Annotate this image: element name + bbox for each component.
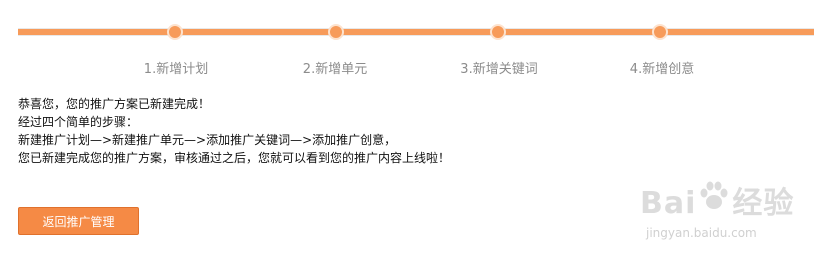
step-2-label: 2.新增单元 — [302, 62, 368, 77]
message-line-3: 新建推广计划—>新建推广单元—>添加推广关键词—>添加推广创意， — [18, 133, 397, 147]
message-line-4: 您已新建完成您的推广方案，审核通过之后，您就可以看到您的推广内容上线啦！ — [18, 151, 451, 165]
watermark-url: jingyan.baidu.com — [646, 226, 757, 240]
step-2-dot — [328, 24, 344, 40]
back-to-management-button[interactable]: 返回推广管理 — [18, 207, 139, 235]
progress-track — [18, 28, 814, 36]
step-3-label: 3.新增关键词 — [460, 62, 538, 77]
message-line-2: 经过四个简单的步骤： — [18, 115, 139, 129]
baidu-jingyan-watermark: Bai 经验 jingyan.baidu.com — [640, 178, 830, 248]
watermark-logo-text: Bai 经验 — [640, 186, 795, 221]
step-1-label: 1.新增计划 — [143, 62, 209, 77]
step-4-label: 4.新增创意 — [629, 62, 695, 77]
step-4-dot — [652, 24, 668, 40]
step-3-dot — [490, 24, 506, 40]
message-line-1: 恭喜您，您的推广方案已新建完成！ — [18, 97, 211, 111]
completion-message: 恭喜您，您的推广方案已新建完成！ 经过四个简单的步骤： 新建推广计划—>新建推广… — [18, 95, 450, 167]
step-1-dot — [167, 24, 183, 40]
